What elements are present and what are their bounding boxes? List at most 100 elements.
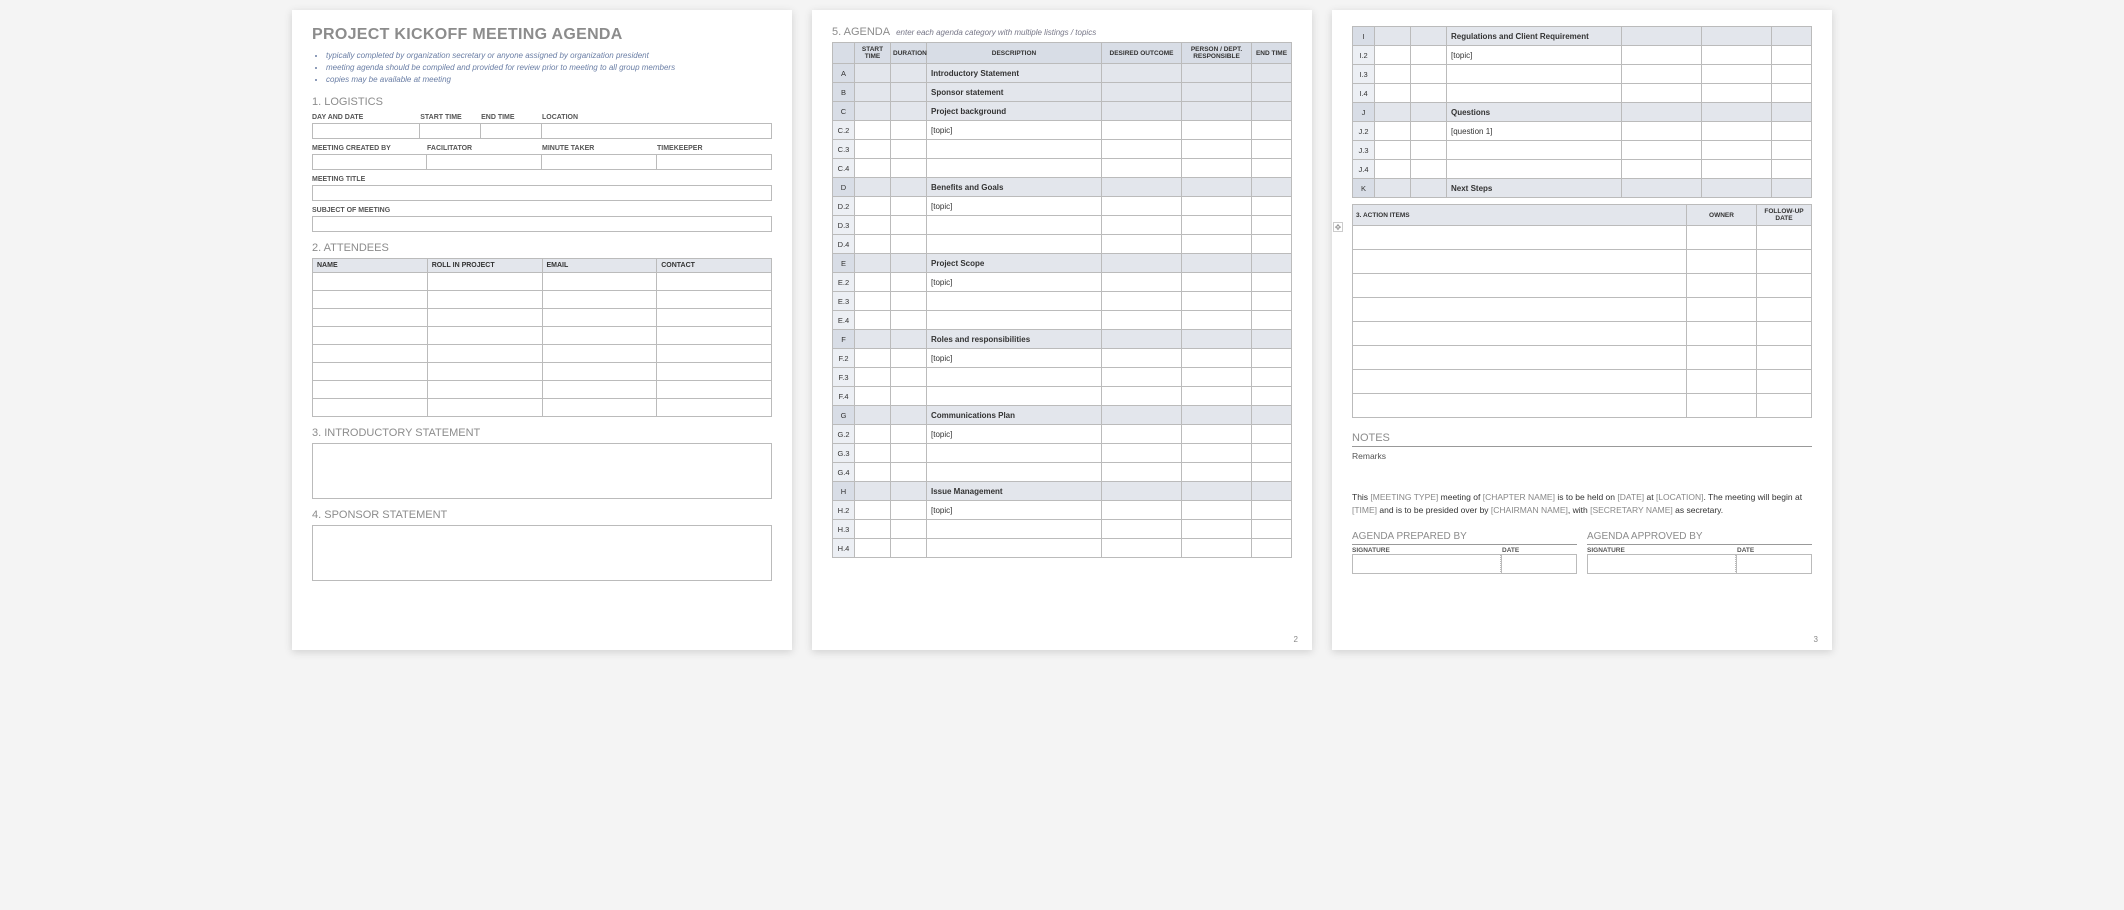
table-row[interactable] xyxy=(313,363,772,381)
agenda-row[interactable]: D.4 xyxy=(833,235,1292,254)
input-location[interactable] xyxy=(542,123,772,139)
agenda-row[interactable]: DBenefits and Goals xyxy=(833,178,1292,197)
table-row[interactable] xyxy=(1353,322,1812,346)
agenda-row[interactable]: J.3 xyxy=(1353,141,1812,160)
agenda-row[interactable]: I.3 xyxy=(1353,65,1812,84)
table-row[interactable] xyxy=(313,345,772,363)
agenda-row[interactable]: D.3 xyxy=(833,216,1292,235)
remarks-label: Remarks xyxy=(1352,451,1812,461)
table-row[interactable] xyxy=(313,309,772,327)
agenda-row[interactable]: AIntroductory Statement xyxy=(833,64,1292,83)
input-start[interactable] xyxy=(420,123,481,139)
input-end[interactable] xyxy=(481,123,542,139)
label-date: DATE xyxy=(1502,547,1577,554)
table-row[interactable] xyxy=(1353,274,1812,298)
input-date[interactable] xyxy=(1736,554,1812,574)
input-signature[interactable] xyxy=(1587,554,1736,574)
table-row[interactable] xyxy=(313,273,772,291)
input-created[interactable] xyxy=(312,154,427,170)
approved-by-title: AGENDA APPROVED BY xyxy=(1587,531,1812,545)
agenda-row[interactable]: JQuestions xyxy=(1353,103,1812,122)
agenda-row[interactable]: FRoles and responsibilities xyxy=(833,330,1292,349)
input-timekeeper[interactable] xyxy=(657,154,772,170)
table-handle-icon[interactable]: ✥ xyxy=(1333,222,1343,232)
agenda-row[interactable]: J.2[question 1] xyxy=(1353,122,1812,141)
label-title: MEETING TITLE xyxy=(312,174,772,185)
col-owner: OWNER xyxy=(1687,205,1757,226)
table-row[interactable] xyxy=(1353,370,1812,394)
input-date[interactable] xyxy=(1501,554,1577,574)
section-intro: 3. INTRODUCTORY STATEMENT xyxy=(312,427,772,439)
col-endtime: END TIME xyxy=(1252,43,1292,64)
agenda-row[interactable]: GCommunications Plan xyxy=(833,406,1292,425)
agenda-row[interactable]: C.2[topic] xyxy=(833,121,1292,140)
agenda-row[interactable]: G.4 xyxy=(833,463,1292,482)
col-responsible: PERSON / DEPT. RESPONSIBLE xyxy=(1182,43,1252,64)
agenda-row[interactable]: I.2[topic] xyxy=(1353,46,1812,65)
agenda-row[interactable]: I.4 xyxy=(1353,84,1812,103)
agenda-row[interactable]: E.3 xyxy=(833,292,1292,311)
agenda-row[interactable]: H.3 xyxy=(833,520,1292,539)
agenda-row[interactable]: C.3 xyxy=(833,140,1292,159)
label-end: END TIME xyxy=(481,112,542,123)
agenda-row[interactable]: BSponsor statement xyxy=(833,83,1292,102)
col-duration: DURATION xyxy=(891,43,927,64)
label-signature: SIGNATURE xyxy=(1587,547,1737,554)
input-subject[interactable] xyxy=(312,216,772,232)
col-role: ROLL IN PROJECT xyxy=(427,259,542,273)
section-logistics: 1. LOGISTICS xyxy=(312,96,772,108)
input-facilitator[interactable] xyxy=(427,154,542,170)
agenda-row[interactable]: E.2[topic] xyxy=(833,273,1292,292)
input-minute[interactable] xyxy=(542,154,657,170)
prepared-by-block: AGENDA PREPARED BY SIGNATUREDATE xyxy=(1352,531,1577,574)
agenda-row[interactable]: HIssue Management xyxy=(833,482,1292,501)
col-action-items: 3. ACTION ITEMS xyxy=(1353,205,1687,226)
agenda-row[interactable]: J.4 xyxy=(1353,160,1812,179)
agenda-row[interactable]: F.2[topic] xyxy=(833,349,1292,368)
table-row[interactable] xyxy=(1353,226,1812,250)
input-title[interactable] xyxy=(312,185,772,201)
section-sponsor: 4. SPONSOR STATEMENT xyxy=(312,509,772,521)
input-day[interactable] xyxy=(312,123,420,139)
agenda-row[interactable]: E.4 xyxy=(833,311,1292,330)
input-sponsor-statement[interactable] xyxy=(312,525,772,581)
label-subject: SUBJECT OF MEETING xyxy=(312,205,772,216)
intro-bullets: typically completed by organization secr… xyxy=(312,50,772,86)
agenda-row[interactable]: KNext Steps xyxy=(1353,179,1812,198)
agenda-row[interactable]: IRegulations and Client Requirement xyxy=(1353,27,1812,46)
input-intro-statement[interactable] xyxy=(312,443,772,499)
agenda-note: enter each agenda category with multiple… xyxy=(896,28,1096,37)
agenda-table-cont: IRegulations and Client RequirementI.2[t… xyxy=(1352,26,1812,198)
bullet: typically completed by organization secr… xyxy=(326,50,772,62)
table-row[interactable] xyxy=(1353,250,1812,274)
label-facilitator: FACILITATOR xyxy=(427,143,542,154)
agenda-row[interactable]: CProject background xyxy=(833,102,1292,121)
action-items-table: 3. ACTION ITEMS OWNER FOLLOW-UP DATE xyxy=(1352,204,1812,418)
agenda-row[interactable]: C.4 xyxy=(833,159,1292,178)
agenda-row[interactable]: G.2[topic] xyxy=(833,425,1292,444)
agenda-row[interactable]: H.2[topic] xyxy=(833,501,1292,520)
table-row[interactable] xyxy=(1353,298,1812,322)
attendee-table: NAME ROLL IN PROJECT EMAIL CONTACT xyxy=(312,258,772,417)
doc-title: PROJECT KICKOFF MEETING AGENDA xyxy=(312,26,772,44)
input-signature[interactable] xyxy=(1352,554,1501,574)
table-row[interactable] xyxy=(313,381,772,399)
col-start: START TIME xyxy=(855,43,891,64)
agenda-row[interactable]: EProject Scope xyxy=(833,254,1292,273)
table-row[interactable] xyxy=(313,327,772,345)
label-date: DATE xyxy=(1737,547,1812,554)
label-signature: SIGNATURE xyxy=(1352,547,1502,554)
col-name: NAME xyxy=(313,259,428,273)
table-row[interactable] xyxy=(1353,394,1812,418)
table-row[interactable] xyxy=(313,291,772,309)
table-row[interactable] xyxy=(313,399,772,417)
page-3: ✥ IRegulations and Client RequirementI.2… xyxy=(1332,10,1832,650)
bullet: copies may be available at meeting xyxy=(326,74,772,86)
agenda-row[interactable]: H.4 xyxy=(833,539,1292,558)
bullet: meeting agenda should be compiled and pr… xyxy=(326,62,772,74)
agenda-row[interactable]: G.3 xyxy=(833,444,1292,463)
agenda-row[interactable]: F.3 xyxy=(833,368,1292,387)
agenda-row[interactable]: F.4 xyxy=(833,387,1292,406)
table-row[interactable] xyxy=(1353,346,1812,370)
agenda-row[interactable]: D.2[topic] xyxy=(833,197,1292,216)
